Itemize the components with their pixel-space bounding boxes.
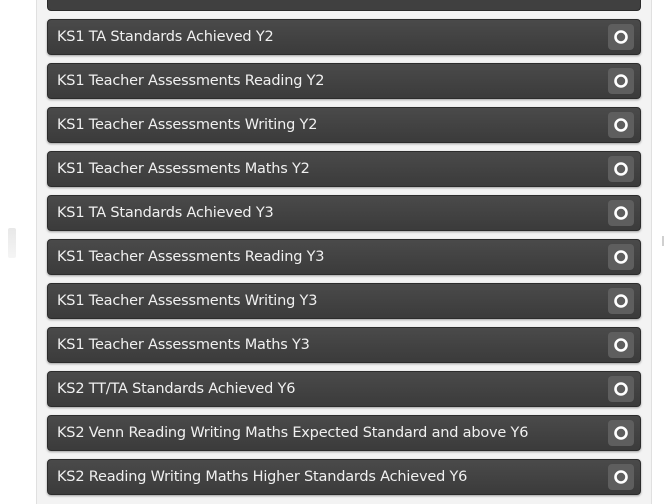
report-list-item-partial[interactable] [47,0,641,11]
report-item-label: KS2 TT/TA Standards Achieved Y6 [57,381,296,397]
report-item-label: KS1 Teacher Assessments Maths Y2 [57,161,310,177]
circle-icon [614,426,628,440]
circle-icon [614,118,628,132]
report-item-label: KS1 Teacher Assessments Writing Y2 [57,117,318,133]
report-panel: KS1 TA Standards Achieved Y2 KS1 Teacher… [36,0,652,504]
report-item-label: KS1 Teacher Assessments Reading Y3 [57,249,325,265]
report-item-label: KS1 TA Standards Achieved Y3 [57,205,274,221]
select-button[interactable] [608,24,634,50]
select-button[interactable] [608,376,634,402]
report-item[interactable]: KS1 Teacher Assessments Writing Y2 [47,107,641,143]
circle-icon [614,250,628,264]
circle-icon [614,74,628,88]
select-button[interactable] [608,288,634,314]
report-item[interactable]: KS2 TT/TA Standards Achieved Y6 [47,371,641,407]
circle-icon [614,162,628,176]
report-item-label: KS1 Teacher Assessments Writing Y3 [57,293,318,309]
select-button[interactable] [608,68,634,94]
select-button[interactable] [608,200,634,226]
select-button[interactable] [608,332,634,358]
circle-icon [614,382,628,396]
resize-handle[interactable] [662,236,670,246]
report-item[interactable]: KS1 Teacher Assessments Maths Y3 [47,327,641,363]
select-button[interactable] [608,244,634,270]
report-item[interactable]: KS1 Teacher Assessments Reading Y3 [47,239,641,275]
report-item[interactable]: KS2 Reading Writing Maths Higher Standar… [47,459,641,495]
report-item[interactable]: KS1 Teacher Assessments Maths Y2 [47,151,641,187]
report-item-label: KS1 TA Standards Achieved Y2 [57,29,274,45]
report-item-label: KS1 Teacher Assessments Reading Y2 [57,73,325,89]
report-item-label: KS2 Venn Reading Writing Maths Expected … [57,425,529,441]
report-item-label: KS2 Reading Writing Maths Higher Standar… [57,469,468,485]
circle-icon [614,294,628,308]
select-button[interactable] [608,156,634,182]
circle-icon [614,30,628,44]
report-item[interactable]: KS1 Teacher Assessments Reading Y2 [47,63,641,99]
circle-icon [614,206,628,220]
report-item[interactable]: KS1 TA Standards Achieved Y3 [47,195,641,231]
report-item[interactable]: KS1 Teacher Assessments Writing Y3 [47,283,641,319]
select-button[interactable] [608,112,634,138]
report-item[interactable]: KS2 Venn Reading Writing Maths Expected … [47,415,641,451]
select-button[interactable] [608,420,634,446]
report-item-label: KS1 Teacher Assessments Maths Y3 [57,337,310,353]
page-edge-decoration [8,228,16,258]
circle-icon [614,338,628,352]
select-button[interactable] [608,464,634,490]
report-list: KS1 TA Standards Achieved Y2 KS1 Teacher… [47,0,641,503]
circle-icon [614,470,628,484]
report-item[interactable]: KS1 TA Standards Achieved Y2 [47,19,641,55]
